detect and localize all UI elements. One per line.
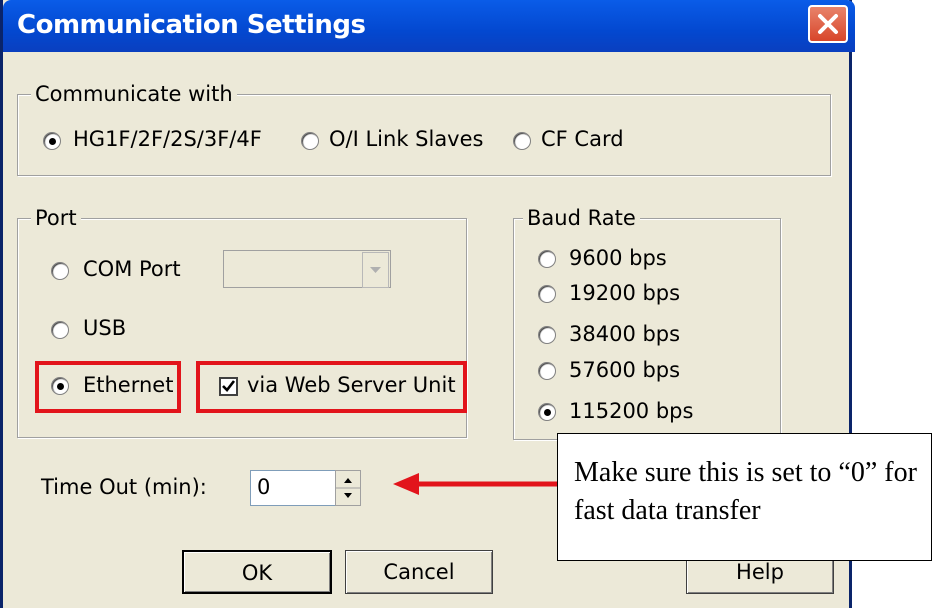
via-web-server-label[interactable]: via Web Server Unit — [247, 373, 456, 397]
timeout-input[interactable]: 0 — [250, 470, 336, 506]
timeout-label: Time Out (min): — [41, 475, 207, 499]
annotation-text: Make sure this is set to “0” for fast da… — [574, 457, 917, 526]
radio-115200[interactable] — [538, 403, 556, 421]
title-bar[interactable]: Communication Settings — [3, 0, 855, 52]
radio-9600[interactable] — [538, 250, 556, 268]
radio-hg1f-label[interactable]: HG1F/2F/2S/3F/4F — [73, 127, 262, 151]
radio-usb[interactable] — [51, 321, 69, 339]
cancel-button[interactable]: Cancel — [345, 550, 493, 594]
radio-com-port-label[interactable]: COM Port — [83, 257, 181, 281]
radio-9600-label[interactable]: 9600 bps — [569, 246, 667, 270]
port-legend: Port — [31, 206, 81, 230]
communicate-with-legend: Communicate with — [31, 82, 237, 106]
radio-oi-link-slaves[interactable] — [301, 132, 319, 150]
annotation-arrow — [393, 473, 561, 495]
baud-rate-legend: Baud Rate — [523, 206, 640, 230]
close-icon — [818, 14, 838, 34]
radio-ethernet[interactable] — [51, 377, 69, 395]
close-button[interactable] — [808, 5, 848, 43]
window-title: Communication Settings — [17, 10, 366, 40]
timeout-spinner[interactable] — [335, 470, 361, 506]
radio-38400-label[interactable]: 38400 bps — [569, 322, 680, 346]
radio-57600-label[interactable]: 57600 bps — [569, 358, 680, 382]
radio-19200[interactable] — [538, 285, 556, 303]
radio-115200-label[interactable]: 115200 bps — [569, 399, 693, 423]
radio-57600[interactable] — [538, 362, 556, 380]
ok-button[interactable]: OK — [182, 550, 332, 594]
radio-com-port[interactable] — [51, 262, 69, 280]
checkmark-icon — [222, 380, 236, 392]
spinner-arrows-icon — [336, 478, 360, 498]
radio-cf-card-label[interactable]: CF Card — [541, 127, 624, 151]
annotation-callout: Make sure this is set to “0” for fast da… — [557, 433, 932, 561]
chevron-down-icon — [370, 267, 381, 273]
via-web-server-checkbox[interactable] — [219, 377, 238, 396]
radio-38400[interactable] — [538, 326, 556, 344]
radio-hg1f[interactable] — [43, 132, 61, 150]
radio-oi-link-slaves-label[interactable]: O/I Link Slaves — [329, 127, 483, 151]
radio-usb-label[interactable]: USB — [83, 316, 126, 340]
radio-cf-card[interactable] — [513, 132, 531, 150]
radio-ethernet-label[interactable]: Ethernet — [83, 373, 173, 397]
dropdown-button[interactable] — [362, 252, 389, 288]
com-port-dropdown[interactable] — [223, 250, 391, 288]
radio-19200-label[interactable]: 19200 bps — [569, 281, 680, 305]
